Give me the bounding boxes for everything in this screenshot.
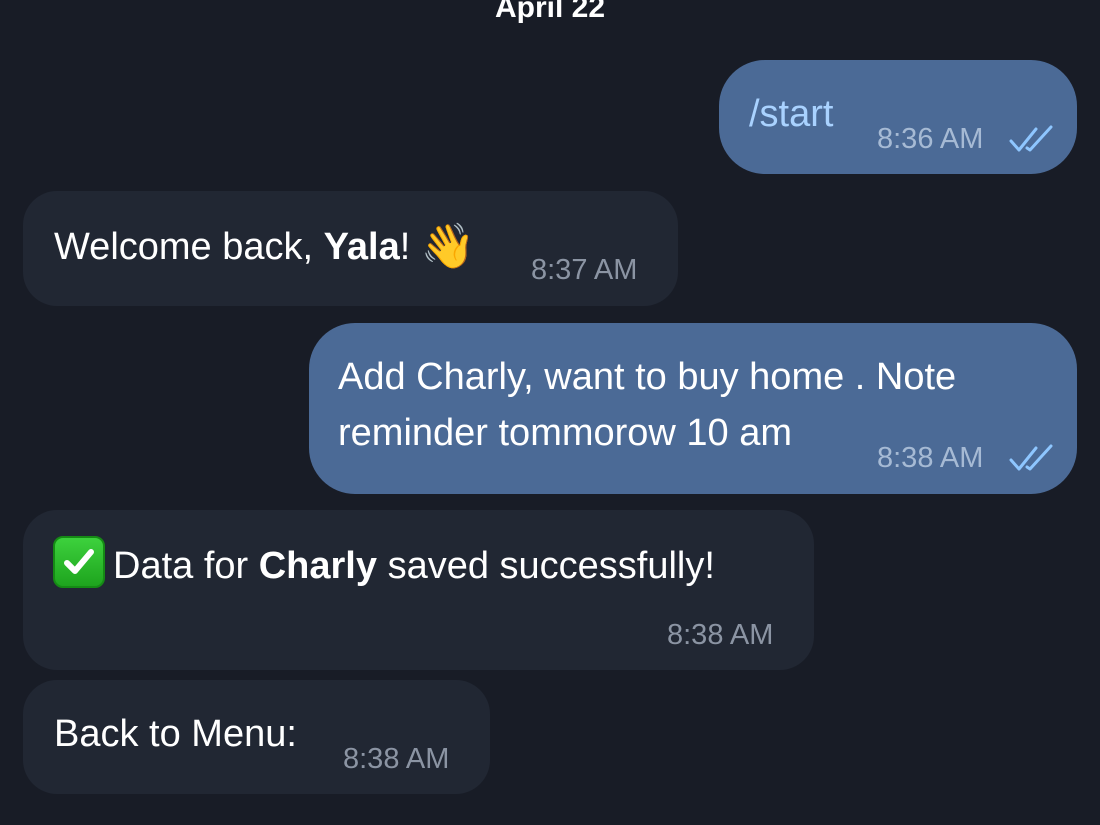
message-time: 8:36 AM — [877, 123, 984, 155]
read-ticks-icon — [1009, 444, 1053, 471]
message-text-prefix: Welcome back, — [54, 226, 324, 268]
message-text-line: Add Charly, want to buy home . Note — [338, 356, 957, 398]
message-time: 8:38 AM — [667, 619, 774, 651]
message-text: Data for Charly saved successfully! — [53, 536, 715, 594]
message-text-suffix: ! — [399, 226, 411, 268]
read-ticks-icon — [1009, 125, 1053, 152]
bot-command-link[interactable]: /start — [749, 86, 833, 142]
date-separator: April 22 — [494, 0, 606, 24]
outgoing-message-bubble[interactable]: /start 8:36 AM — [719, 60, 1077, 174]
waving-hand-emoji: 👋 — [420, 222, 476, 271]
message-text-line: reminder tommorow 10 am — [338, 412, 793, 454]
outgoing-message-bubble[interactable]: Add Charly, want to buy home . Note remi… — [309, 323, 1077, 494]
message-text: Welcome back, Yala! 👋 — [54, 217, 476, 275]
message-time: 8:38 AM — [343, 743, 450, 775]
message-text-prefix: Data for — [113, 545, 259, 587]
incoming-message-bubble[interactable]: Data for Charly saved successfully! 8:38… — [23, 510, 814, 670]
message-time: 8:37 AM — [531, 254, 638, 286]
incoming-message-bubble[interactable]: Back to Menu: 8:38 AM — [23, 680, 490, 794]
incoming-message-bubble[interactable]: Welcome back, Yala! 👋 8:37 AM — [23, 191, 678, 306]
message-text-suffix: saved successfully! — [377, 545, 715, 587]
message-text: Back to Menu: — [54, 713, 297, 755]
message-time: 8:38 AM — [877, 442, 984, 474]
check-mark-button-icon — [53, 536, 105, 588]
message-contact-name: Charly — [258, 545, 378, 587]
message-username: Yala — [323, 226, 400, 268]
